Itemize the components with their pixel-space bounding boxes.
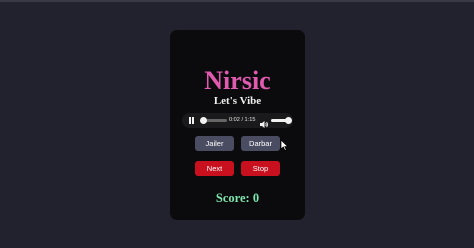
- mouse-pointer-icon: [280, 138, 289, 151]
- music-card: Nirsic Let's Vibe 0:02 / 1:15 Jailer Dar…: [170, 30, 305, 220]
- stop-button[interactable]: Stop: [241, 161, 280, 176]
- seek-bar[interactable]: [199, 117, 227, 124]
- track-jailer-button[interactable]: Jailer: [195, 136, 234, 151]
- score-display: Score: 0: [215, 191, 260, 205]
- audio-player: 0:02 / 1:15: [182, 113, 293, 128]
- app-subtitle: Let's Vibe: [213, 95, 262, 107]
- volume-thumb[interactable]: [285, 117, 292, 124]
- speaker-icon[interactable]: [260, 116, 269, 128]
- volume-slider[interactable]: [271, 117, 292, 124]
- window-top-border: [0, 0, 474, 2]
- next-button[interactable]: Next: [195, 161, 234, 176]
- pause-icon[interactable]: [188, 117, 195, 124]
- app-title: Nirsic: [204, 66, 271, 95]
- seek-thumb[interactable]: [199, 117, 207, 124]
- track-darbar-button[interactable]: Darbar: [241, 136, 280, 151]
